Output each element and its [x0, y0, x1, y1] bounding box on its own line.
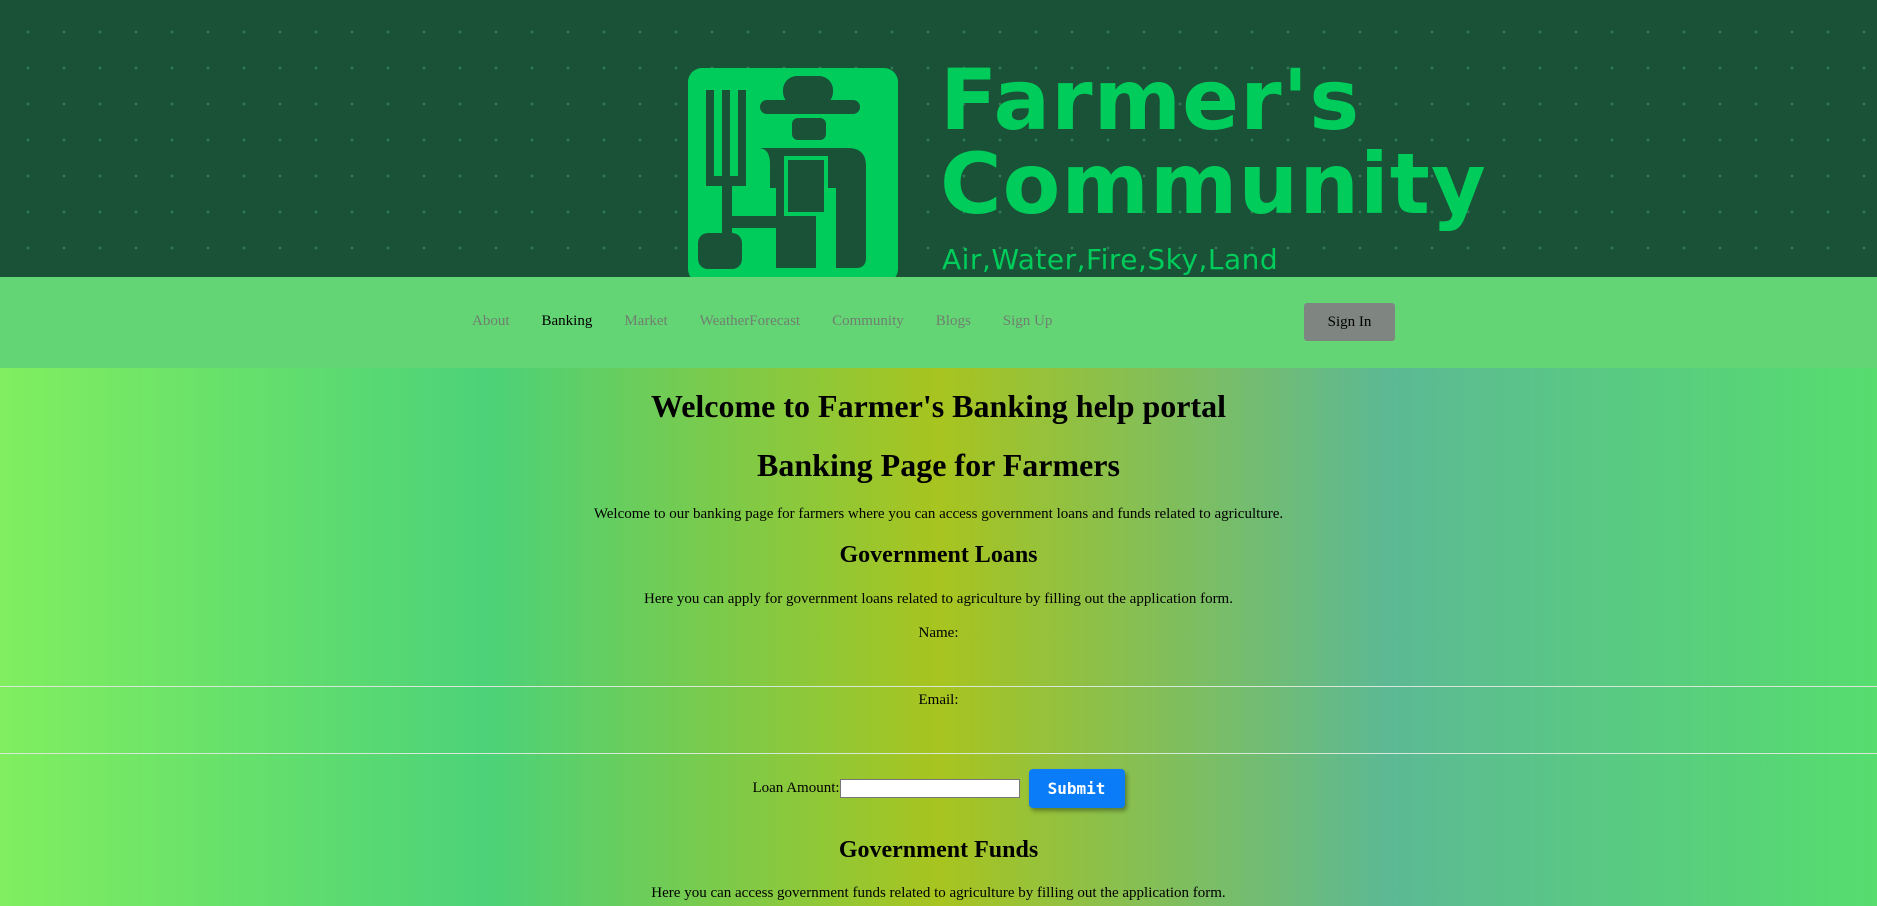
loans-description: Here you can apply for government loans … [644, 591, 1233, 607]
email-field[interactable] [0, 753, 1877, 754]
brand-line-2: Community [940, 135, 1487, 233]
main-content: Welcome to Farmer's Banking help portal … [0, 368, 1877, 906]
sign-in-button[interactable]: Sign In [1304, 303, 1395, 341]
brand-line-1: Farmer's [940, 51, 1361, 149]
navigation-bar: About Banking Market WeatherForecast Com… [0, 277, 1877, 368]
nav-link-blogs[interactable]: Blogs [936, 313, 971, 330]
nav-link-community[interactable]: Community [832, 313, 904, 330]
loan-amount-row: Loan Amount: Submit [0, 769, 1877, 808]
nav-link-sign-up[interactable]: Sign Up [1003, 313, 1053, 330]
submit-button[interactable]: Submit [1028, 769, 1125, 808]
loans-heading: Government Loans [839, 542, 1038, 568]
email-label: Email: [918, 692, 959, 708]
farmer-logo-icon [688, 68, 898, 277]
name-field[interactable] [0, 686, 1877, 687]
funds-heading: Government Funds [838, 837, 1039, 863]
farmer-figure-icon [698, 76, 866, 269]
nav-link-weather-forecast[interactable]: WeatherForecast [700, 313, 800, 330]
nav-link-about[interactable]: About [472, 313, 510, 330]
nav-links: About Banking Market WeatherForecast Com… [472, 313, 1084, 330]
nav-link-market[interactable]: Market [624, 313, 667, 330]
brand-name: Farmer's Community [940, 58, 1487, 226]
intro-text: Welcome to our banking page for farmers … [593, 506, 1284, 522]
loan-amount-input[interactable] [839, 779, 1020, 798]
name-label: Name: [918, 625, 959, 641]
loan-amount-label: Loan Amount: [752, 780, 840, 796]
page-title: Banking Page for Farmers [757, 447, 1120, 483]
welcome-heading: Welcome to Farmer's Banking help portal [650, 388, 1227, 424]
funds-description: Here you can access government funds rel… [651, 885, 1226, 901]
brand-tagline: Air,Water,Fire,Sky,Land [942, 243, 1279, 276]
nav-link-banking[interactable]: Banking [542, 313, 593, 330]
header-banner: Farmer's Community Air,Water,Fire,Sky,La… [0, 0, 1877, 277]
